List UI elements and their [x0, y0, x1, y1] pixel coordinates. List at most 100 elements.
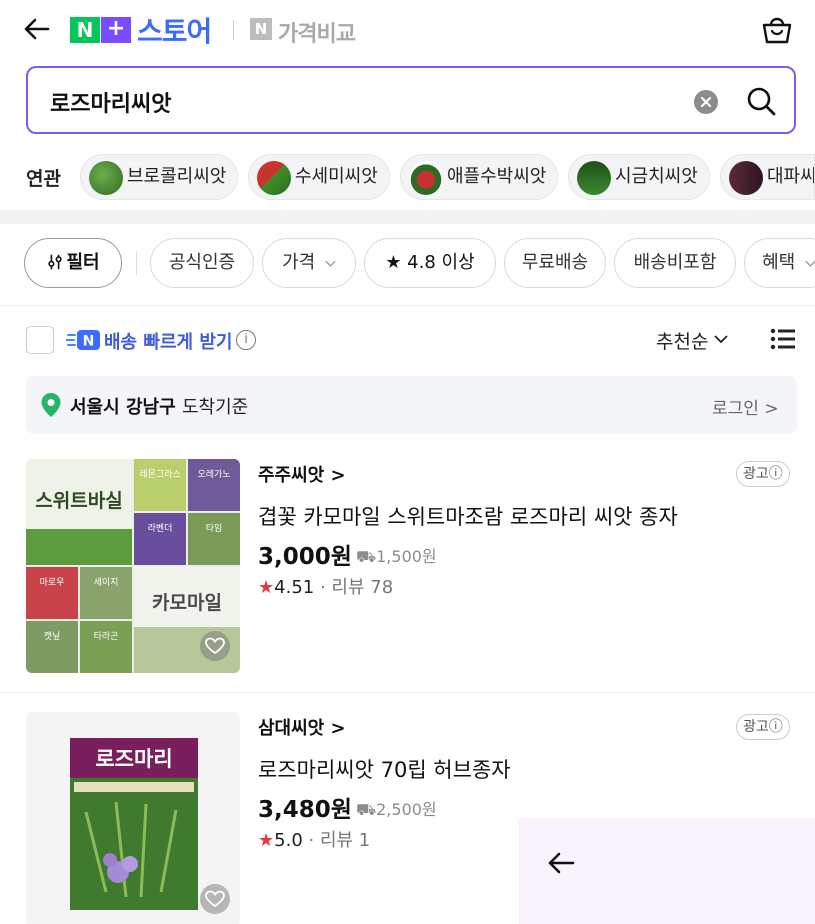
image-label-sweet-basil: 스위트바실: [35, 490, 122, 512]
loofah-thumbnail: [257, 161, 291, 195]
image-label-mallow: 마로우: [40, 577, 65, 588]
star-icon: ★: [258, 830, 275, 851]
image-label-thyme: 타임: [206, 522, 223, 534]
price-compare-n-icon: N: [250, 18, 272, 40]
product-rating: ★4.51 · 리뷰 78: [258, 573, 393, 599]
filter-button-label: 필터: [66, 252, 100, 273]
naver-plus-logo[interactable]: +: [101, 17, 131, 43]
spinach-thumbnail: [577, 161, 611, 195]
dot-separator: ·: [319, 577, 332, 598]
info-icon[interactable]: i: [236, 330, 256, 350]
floating-back-panel: [518, 818, 815, 924]
ad-badge[interactable]: 광고ⓘ: [736, 714, 790, 740]
product-price: 3,480원: [258, 797, 352, 823]
product-card[interactable]: 스위트바실 레몬그라스 오레가노 라벤더 타임 마로우 세이지 카모마일 캣닢 …: [0, 455, 815, 685]
watermelon-thumbnail: [409, 161, 443, 195]
filter-sliders-icon: [48, 254, 63, 270]
related-chip-label: 대파씨: [767, 166, 815, 187]
chevron-down-icon: [805, 260, 815, 267]
product-image[interactable]: 스위트바실 레몬그라스 오레가노 라벤더 타임 마로우 세이지 카모마일 캣닢 …: [26, 459, 240, 673]
clear-icon[interactable]: [694, 90, 718, 114]
image-label-oregano: 오레가노: [197, 469, 230, 480]
filter-price[interactable]: 가격: [262, 238, 356, 288]
location-suffix: 도착기준: [182, 397, 249, 418]
chevron-down-icon: [325, 260, 336, 267]
list-view-icon[interactable]: [770, 327, 796, 351]
store-logo[interactable]: 스토어: [137, 10, 212, 50]
review-count[interactable]: 리뷰 1: [320, 830, 370, 851]
related-chip-label: 수세미씨앗: [295, 166, 378, 187]
divider: [0, 305, 815, 306]
filter-rating[interactable]: ★ 4.8 이상: [364, 238, 496, 288]
rating-value: 5.0: [274, 830, 303, 851]
back-arrow-icon[interactable]: [22, 14, 52, 44]
logo-separator: [233, 20, 234, 40]
search-icon[interactable]: [744, 84, 778, 118]
section-band: [0, 210, 815, 224]
broccoli-thumbnail: [89, 161, 123, 195]
shopping-bag-icon[interactable]: [760, 12, 794, 46]
product-rating: ★5.0 · 리뷰 1: [258, 826, 370, 852]
filter-bar: 필터 공식인증 가격 ★ 4.8 이상 무료배송 배송비포함 혜택: [0, 238, 815, 292]
related-label: 연관: [26, 168, 61, 190]
related-chip-loofah[interactable]: 수세미씨앗: [248, 154, 390, 200]
filter-price-label: 가격: [282, 252, 316, 273]
search-input[interactable]: 로즈마리씨앗: [26, 66, 796, 134]
shipping-fee: ⛟2,500원: [356, 800, 437, 819]
filter-benefit[interactable]: 혜택: [744, 238, 815, 288]
image-label-lavender: 라벤더: [148, 523, 173, 534]
packet-title: 로즈마리: [95, 747, 172, 771]
filter-shipping-included[interactable]: 배송비포함: [614, 238, 736, 288]
favorite-heart-icon[interactable]: [200, 884, 230, 914]
green-onion-thumbnail: [729, 161, 763, 195]
location-place: 서울시 강남구: [70, 397, 176, 418]
image-label-lemongrass: 레몬그라스: [139, 469, 180, 480]
filter-free-shipping[interactable]: 무료배송: [504, 238, 606, 288]
product-name[interactable]: 겹꽃 카모마일 스위트마조람 로즈마리 씨앗 종자: [258, 501, 678, 531]
dot-separator: ·: [308, 830, 320, 851]
filter-official-cert[interactable]: 공식인증: [150, 238, 254, 288]
n-delivery-icon: N: [66, 330, 100, 350]
image-label-sage: 세이지: [94, 577, 119, 588]
image-label-catnip: 캣닢: [44, 631, 61, 642]
ad-badge[interactable]: 광고ⓘ: [736, 461, 790, 487]
sort-row: N 배송 빠르게 받기 i 추천순: [0, 318, 815, 362]
product-image[interactable]: 로즈마리: [26, 712, 240, 924]
back-arrow-icon[interactable]: [544, 846, 578, 880]
image-label-tarragon: 타라곤: [94, 631, 119, 642]
image-label-chamomile: 카모마일: [152, 592, 222, 614]
fast-delivery-checkbox[interactable]: [26, 326, 54, 354]
chevron-down-icon[interactable]: [714, 334, 728, 344]
fast-delivery-label[interactable]: 배송 빠르게 받기: [104, 328, 232, 354]
naver-n-logo[interactable]: N: [70, 17, 100, 43]
filter-button[interactable]: 필터: [24, 238, 122, 288]
search-query-text[interactable]: 로즈마리씨앗: [50, 86, 171, 118]
related-chip-spinach[interactable]: 시금치씨앗: [568, 154, 710, 200]
price-compare-link[interactable]: 가격비교: [278, 16, 356, 48]
product-price: 3,000원: [258, 544, 352, 570]
favorite-heart-icon[interactable]: [200, 631, 230, 661]
related-chip-label: 시금치씨앗: [615, 166, 698, 187]
svg-text:N: N: [83, 334, 95, 350]
map-pin-icon: [41, 393, 61, 417]
related-chip-green-onion[interactable]: 대파씨: [720, 154, 815, 200]
star-icon: ★: [258, 577, 275, 598]
filter-benefit-label: 혜택: [762, 252, 796, 273]
top-bar: N + 스토어 N 가격비교: [0, 0, 815, 60]
review-count[interactable]: 리뷰 78: [331, 577, 393, 598]
product-divider: [0, 692, 815, 693]
product-brand[interactable]: 주주씨앗 >: [258, 461, 346, 487]
related-chip-label: 애플수박씨앗: [447, 166, 547, 187]
shipping-fee: ⛟1,500원: [356, 547, 437, 566]
related-chip-label: 브로콜리씨앗: [127, 166, 227, 187]
related-chip-broccoli[interactable]: 브로콜리씨앗: [80, 154, 238, 200]
delivery-location-bar: 서울시 강남구 도착기준 로그인 >: [26, 376, 797, 434]
product-name[interactable]: 로즈마리씨앗 70립 허브종자: [258, 754, 511, 784]
filter-divider: [136, 251, 137, 275]
product-brand[interactable]: 삼대씨앗 >: [258, 714, 346, 740]
login-link[interactable]: 로그인 >: [712, 394, 779, 419]
related-chip-apple-watermelon[interactable]: 애플수박씨앗: [400, 154, 558, 200]
sort-dropdown[interactable]: 추천순: [656, 327, 708, 354]
related-searches: 연관 브로콜리씨앗 수세미씨앗 애플수박씨앗 시금치씨앗 대파씨: [0, 150, 815, 206]
rating-value: 4.51: [274, 577, 315, 598]
